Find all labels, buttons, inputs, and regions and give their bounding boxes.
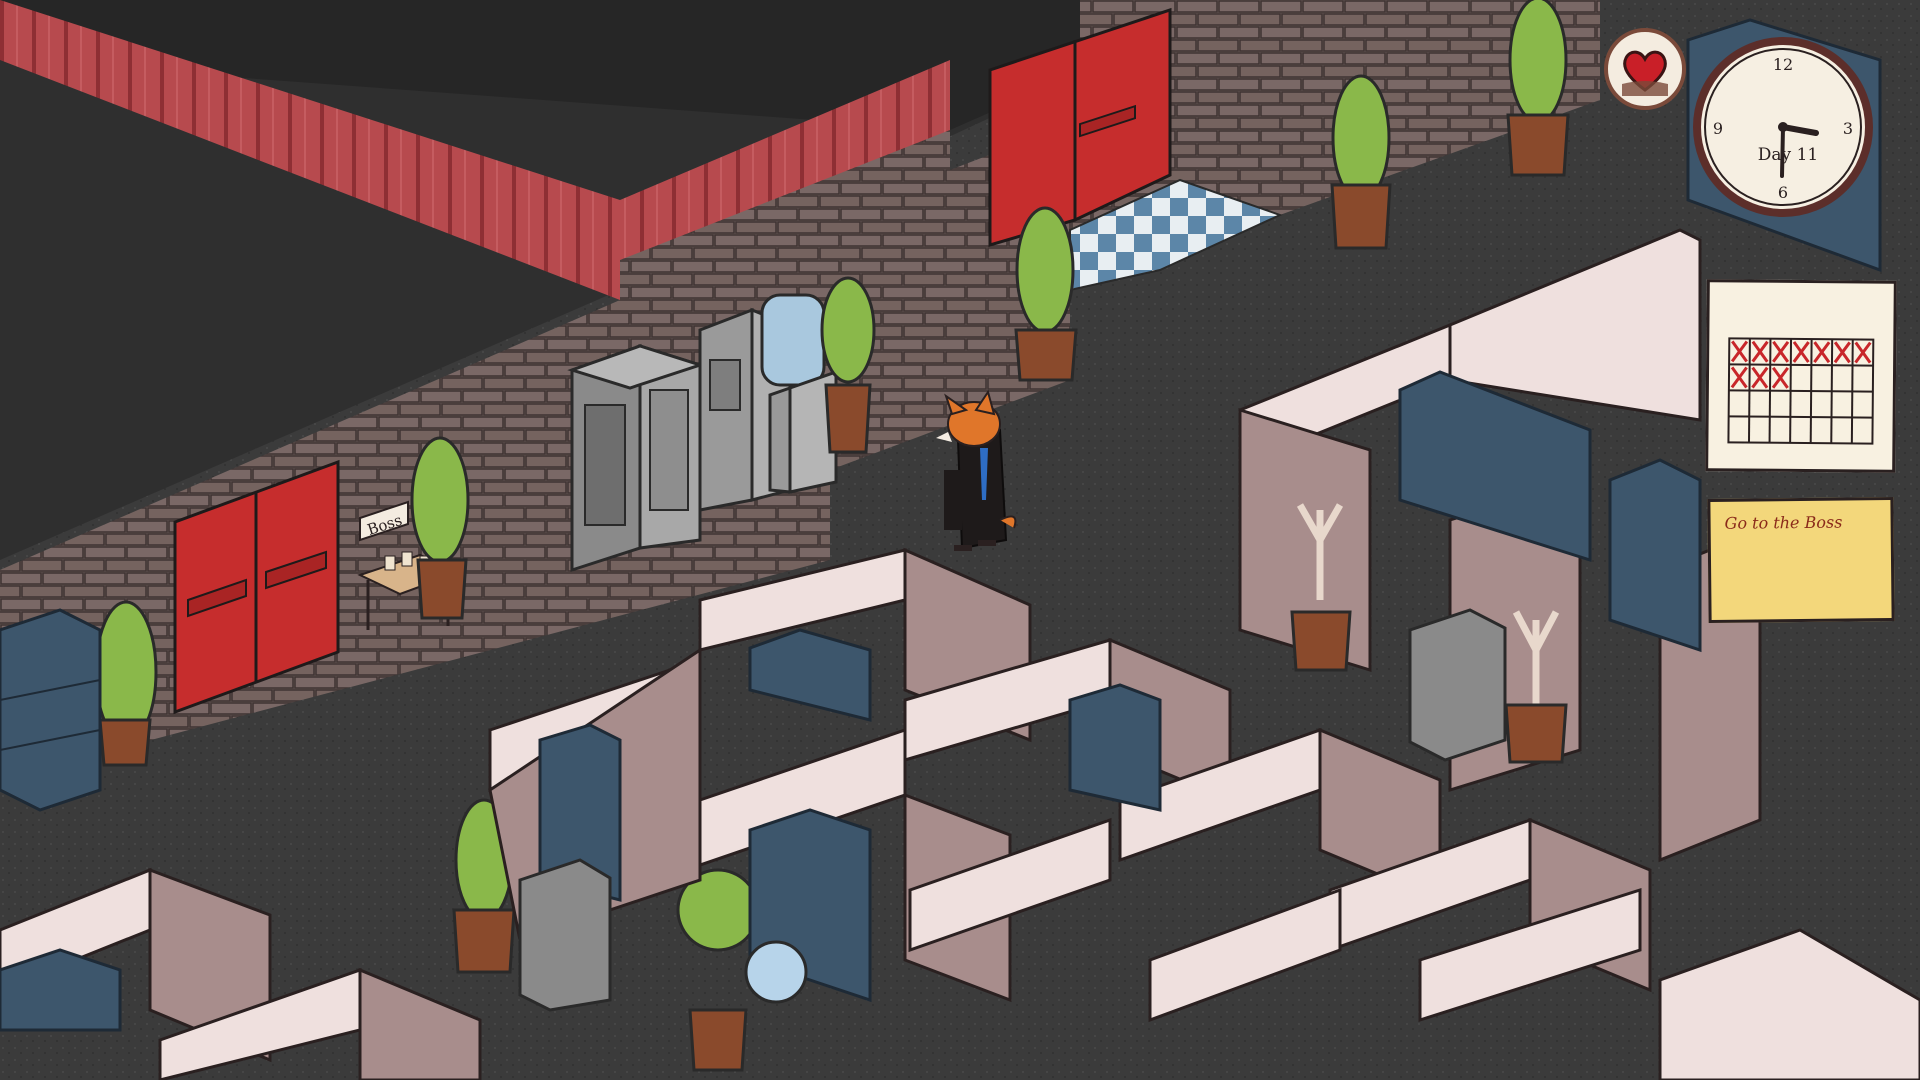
calendar-day-crossed <box>1813 341 1831 364</box>
clock-numeral-12: 12 <box>1773 55 1793 74</box>
clock-numeral-9: 9 <box>1713 119 1723 138</box>
potted-plant <box>820 276 876 454</box>
potted-plant <box>410 436 470 620</box>
calendar-day-crossed <box>1792 341 1810 363</box>
day-label: Day 11 <box>1758 145 1818 165</box>
calendar-day-crossed <box>1772 340 1790 363</box>
office-scene: Boss <box>0 0 1920 1080</box>
health-indicator <box>1604 28 1686 110</box>
filing-cabinet[interactable] <box>0 608 102 812</box>
heart-icon <box>1622 50 1668 96</box>
calendar-day-crossed <box>1771 366 1789 389</box>
clock: 12 3 6 9 Day 11 <box>1692 36 1874 218</box>
task-note[interactable]: Go to the Boss <box>1707 497 1895 623</box>
printer[interactable] <box>518 858 612 1012</box>
printer[interactable] <box>1408 608 1507 762</box>
potted-plant <box>1506 0 1570 177</box>
potted-plant <box>1330 74 1392 250</box>
calendar-day-crossed <box>1751 340 1769 363</box>
clock-numeral-6: 6 <box>1778 183 1788 202</box>
clock-hand-minute <box>1780 125 1785 178</box>
calendar-day-crossed <box>1833 341 1851 364</box>
vending-machine[interactable] <box>567 343 705 573</box>
task-note-text: Go to the Boss <box>1724 512 1843 533</box>
potted-plant <box>1014 206 1078 382</box>
calendar-day-crossed <box>1854 341 1872 364</box>
clock-numeral-3: 3 <box>1843 119 1853 138</box>
potted-plant <box>94 600 158 767</box>
fish-bowl <box>744 940 808 1004</box>
calendar-day-crossed <box>1751 366 1769 389</box>
calendar <box>1705 279 1897 473</box>
calendar-day-crossed <box>1730 366 1748 389</box>
calendar-day-crossed <box>1730 340 1749 363</box>
